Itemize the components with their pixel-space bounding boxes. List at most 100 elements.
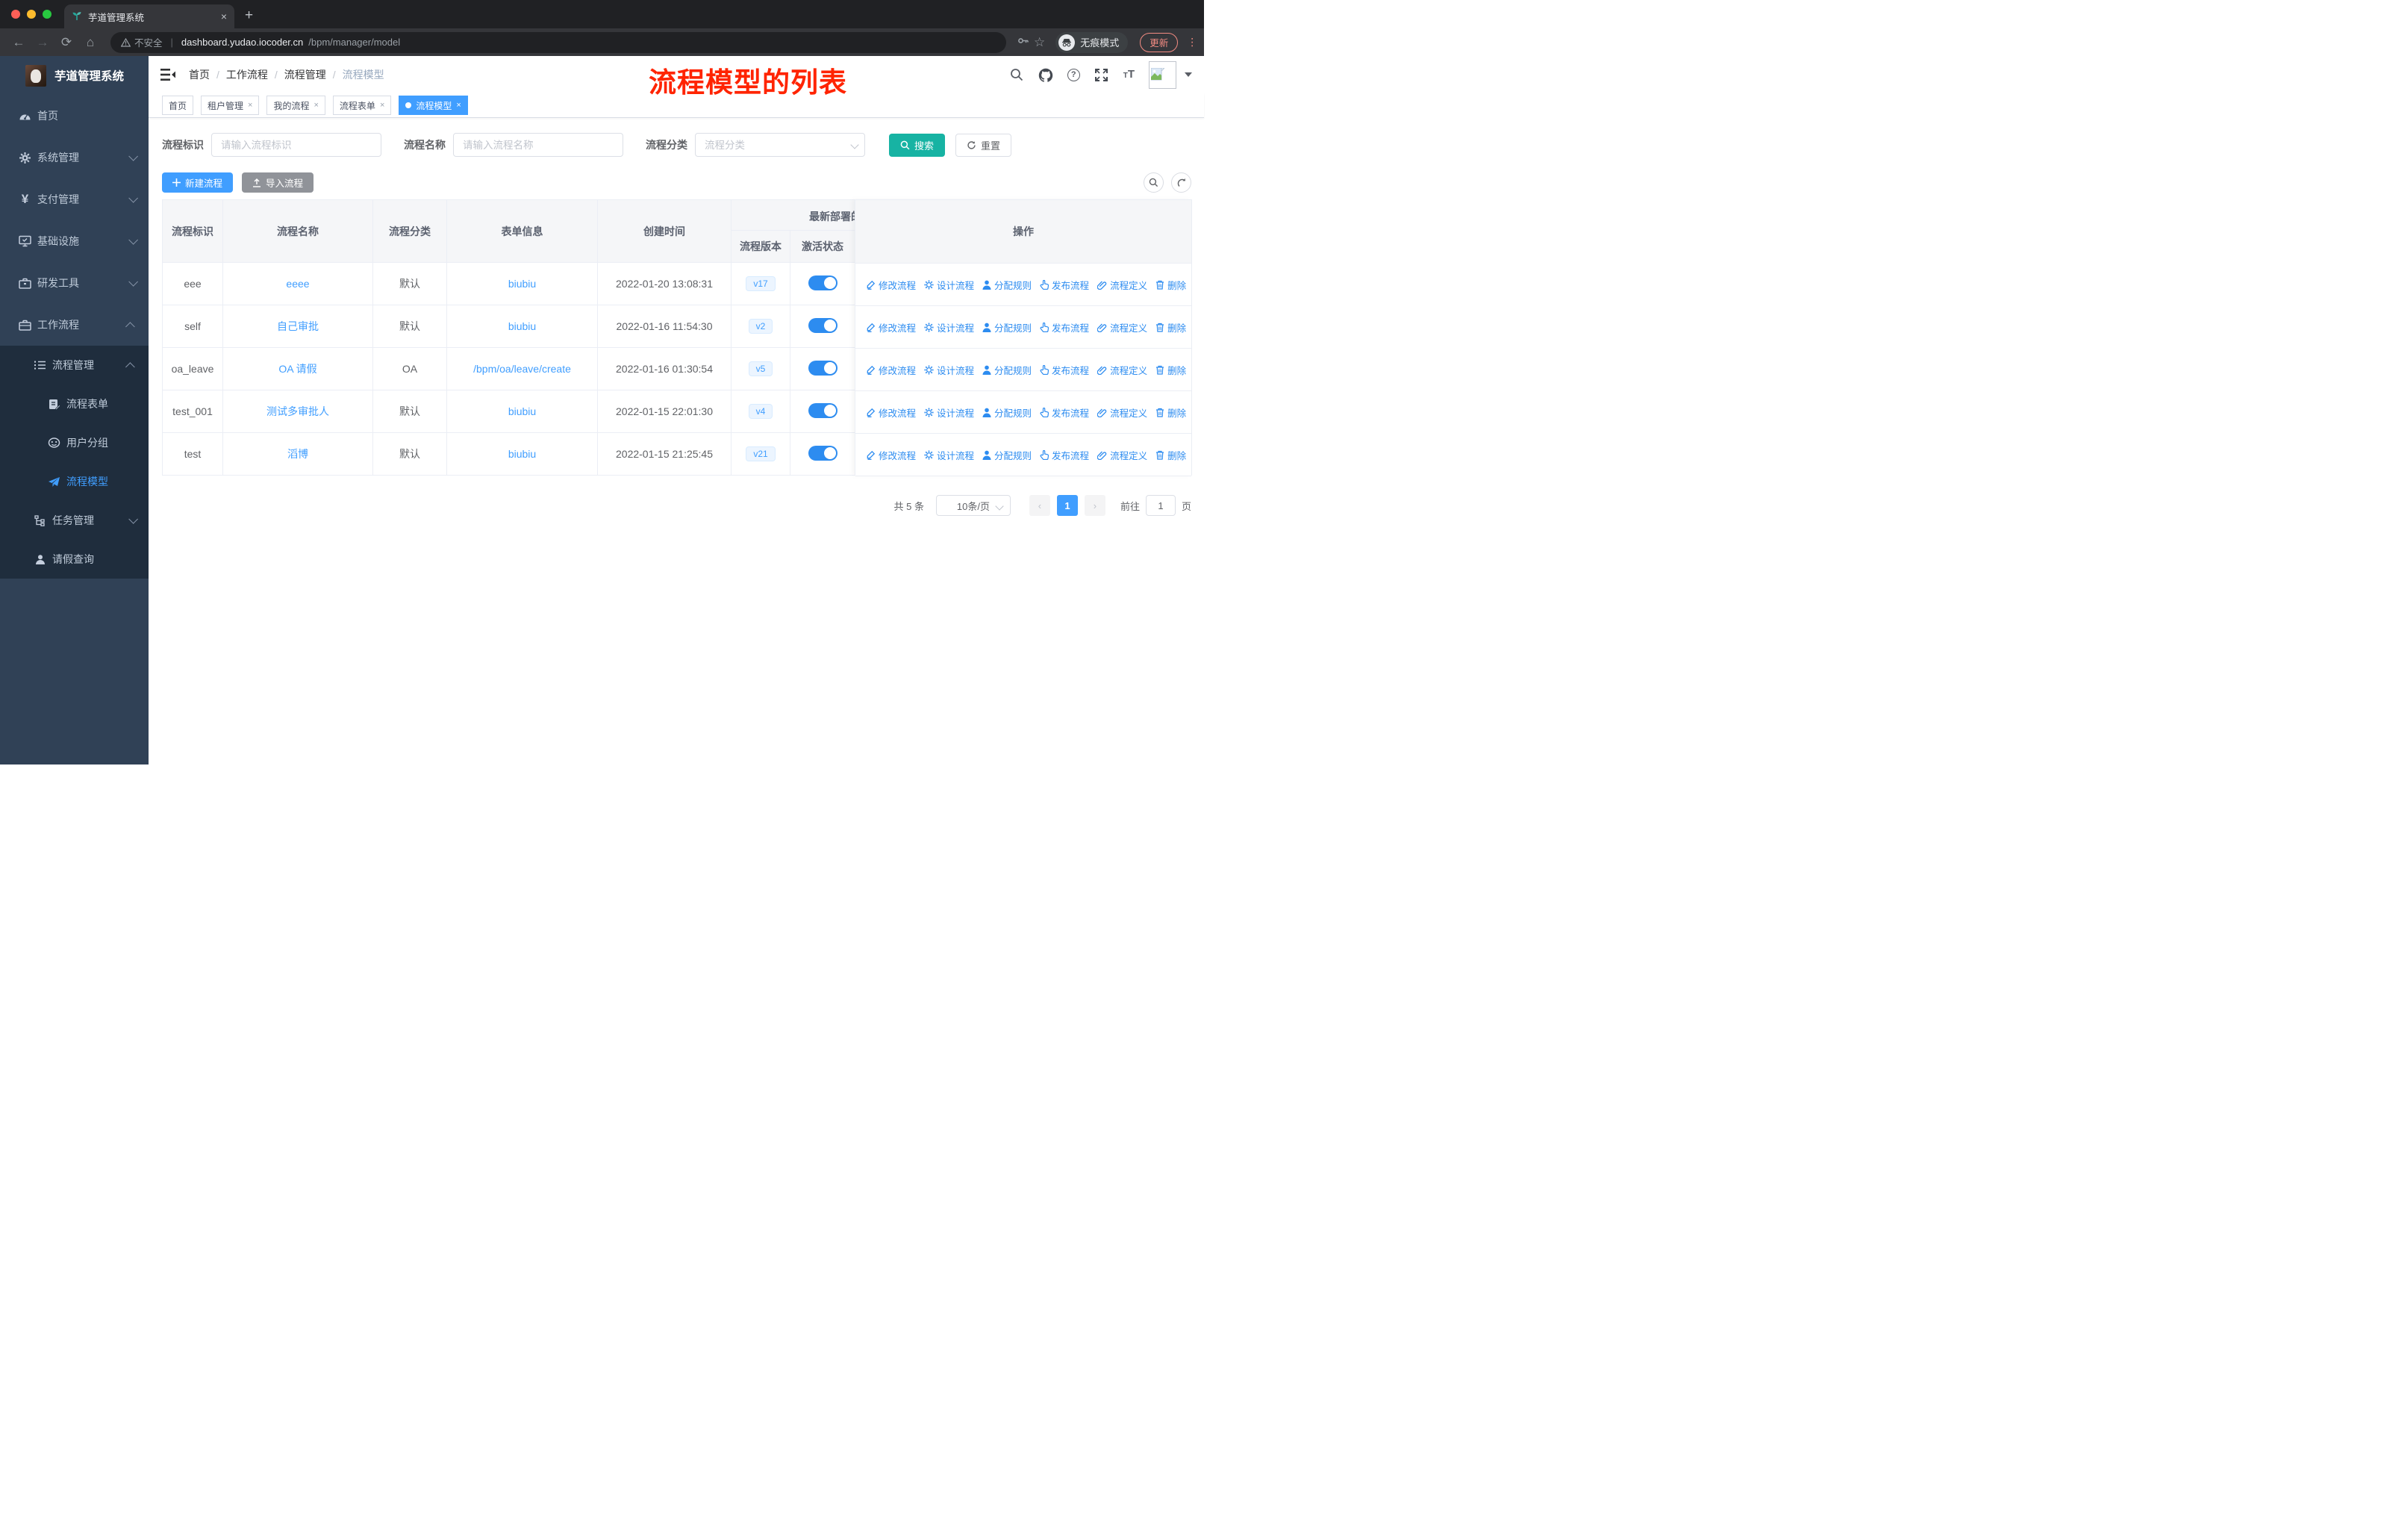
design-process-link[interactable]: 设计流程 (924, 320, 974, 334)
process-definition-link[interactable]: 流程定义 (1097, 448, 1147, 462)
breadcrumb-process-management[interactable]: 流程管理 (284, 67, 326, 82)
avatar-caret-icon[interactable] (1185, 72, 1192, 77)
help-icon[interactable]: ? (1067, 68, 1080, 81)
form-info-link[interactable]: biubiu (508, 405, 536, 417)
design-process-link[interactable]: 设计流程 (924, 448, 974, 462)
view-tag[interactable]: 流程模型 × (399, 96, 468, 115)
view-tag[interactable]: 租户管理 × (201, 96, 260, 115)
browser-menu-icon[interactable]: ⋮ (1187, 37, 1197, 47)
delete-link[interactable]: 删除 (1155, 363, 1186, 377)
sidebar-item-task-management[interactable]: 任务管理 (0, 501, 149, 540)
design-process-link[interactable]: 设计流程 (924, 363, 974, 377)
process-definition-link[interactable]: 流程定义 (1097, 320, 1147, 334)
forward-button[interactable]: → (33, 35, 52, 50)
edit-process-link[interactable]: 修改流程 (866, 448, 916, 462)
breadcrumb-home[interactable]: 首页 (189, 67, 210, 82)
github-icon[interactable] (1038, 67, 1053, 82)
collapse-sidebar-icon[interactable] (160, 69, 175, 81)
delete-link[interactable]: 删除 (1155, 448, 1186, 462)
process-id-input[interactable] (211, 133, 381, 157)
sidebar-item-user-group[interactable]: 用户分组 (0, 423, 149, 462)
bookmark-star-icon[interactable]: ☆ (1034, 35, 1045, 50)
assign-rule-link[interactable]: 分配规则 (982, 278, 1032, 292)
refresh-table-button[interactable] (1171, 172, 1191, 193)
maximize-window-button[interactable] (43, 10, 52, 19)
minimize-window-button[interactable] (27, 10, 36, 19)
sidebar-item-system[interactable]: 系统管理 (0, 137, 149, 178)
design-process-link[interactable]: 设计流程 (924, 278, 974, 292)
search-icon[interactable] (1009, 67, 1024, 82)
page-size-select[interactable]: 10条/页 (935, 495, 1011, 516)
browser-tab[interactable]: 芋道管理系统 × (64, 4, 234, 28)
process-name-input[interactable] (453, 133, 623, 157)
toggle-search-button[interactable] (1144, 172, 1164, 193)
edit-process-link[interactable]: 修改流程 (866, 320, 916, 334)
sidebar-item-payment[interactable]: ¥ 支付管理 (0, 178, 149, 220)
search-button[interactable]: 搜索 (889, 133, 946, 157)
active-toggle[interactable] (808, 317, 838, 333)
tag-close-icon[interactable]: × (456, 101, 461, 110)
font-size-icon[interactable]: TT (1123, 68, 1135, 81)
sidebar-item-process-form[interactable]: 流程表单 (0, 384, 149, 423)
sidebar-item-workflow[interactable]: 工作流程 (0, 304, 149, 346)
deploy-process-link[interactable]: 发布流程 (1040, 278, 1089, 292)
assign-rule-link[interactable]: 分配规则 (982, 320, 1032, 334)
form-info-link[interactable]: biubiu (508, 278, 536, 290)
create-process-button[interactable]: 新建流程 (162, 172, 234, 193)
form-info-link[interactable]: /bpm/oa/leave/create (473, 363, 571, 375)
key-icon[interactable] (1017, 34, 1029, 50)
edit-process-link[interactable]: 修改流程 (866, 278, 916, 292)
process-definition-link[interactable]: 流程定义 (1097, 278, 1147, 292)
update-browser-button[interactable]: 更新 (1140, 32, 1179, 52)
process-name-link[interactable]: OA 请假 (278, 363, 316, 375)
fullscreen-icon[interactable] (1094, 67, 1109, 82)
tag-close-icon[interactable]: × (314, 101, 318, 110)
sidebar-item-process-model[interactable]: 流程模型 (0, 462, 149, 501)
new-tab-button[interactable]: + (245, 7, 253, 24)
assign-rule-link[interactable]: 分配规则 (982, 363, 1032, 377)
deploy-process-link[interactable]: 发布流程 (1040, 405, 1089, 420)
home-button[interactable]: ⌂ (81, 35, 100, 50)
sidebar-item-home[interactable]: 首页 (0, 95, 149, 137)
window-controls[interactable] (11, 10, 52, 19)
sidebar-item-dev-tools[interactable]: 研发工具 (0, 262, 149, 304)
form-info-link[interactable]: biubiu (508, 448, 536, 460)
breadcrumb-workflow[interactable]: 工作流程 (226, 67, 268, 82)
goto-page-input[interactable] (1145, 495, 1176, 516)
address-bar[interactable]: 不安全 | dashboard.yudao.iocoder.cn/bpm/man… (110, 31, 1006, 53)
process-name-link[interactable]: 自己审批 (277, 320, 319, 332)
tab-close-icon[interactable]: × (221, 10, 227, 22)
avatar[interactable] (1149, 60, 1176, 89)
process-name-link[interactable]: 测试多审批人 (266, 405, 329, 417)
view-tag[interactable]: 首页 (162, 96, 194, 115)
prev-page-button[interactable]: ‹ (1029, 495, 1050, 516)
view-tag[interactable]: 我的流程 × (266, 96, 325, 115)
active-toggle[interactable] (808, 275, 838, 290)
design-process-link[interactable]: 设计流程 (924, 405, 974, 420)
process-definition-link[interactable]: 流程定义 (1097, 363, 1147, 377)
deploy-process-link[interactable]: 发布流程 (1040, 320, 1089, 334)
process-name-link[interactable]: 滔博 (287, 448, 308, 460)
deploy-process-link[interactable]: 发布流程 (1040, 363, 1089, 377)
close-window-button[interactable] (11, 10, 20, 19)
tag-close-icon[interactable]: × (248, 101, 252, 110)
next-page-button[interactable]: › (1084, 495, 1105, 516)
view-tag[interactable]: 流程表单 × (332, 96, 392, 115)
edit-process-link[interactable]: 修改流程 (866, 363, 916, 377)
assign-rule-link[interactable]: 分配规则 (982, 405, 1032, 420)
form-info-link[interactable]: biubiu (508, 320, 536, 332)
reload-button[interactable]: ⟳ (57, 35, 76, 50)
current-page-button[interactable]: 1 (1056, 495, 1078, 516)
active-toggle[interactable] (808, 360, 838, 376)
sidebar-item-leave-query[interactable]: 请假查询 (0, 540, 149, 579)
assign-rule-link[interactable]: 分配规则 (982, 448, 1032, 462)
delete-link[interactable]: 删除 (1155, 405, 1186, 420)
delete-link[interactable]: 删除 (1155, 278, 1186, 292)
process-definition-link[interactable]: 流程定义 (1097, 405, 1147, 420)
sidebar-item-process-management[interactable]: 流程管理 (0, 346, 149, 384)
process-category-select[interactable] (695, 133, 865, 157)
process-name-link[interactable]: eeee (286, 278, 309, 290)
active-toggle[interactable] (808, 445, 838, 461)
delete-link[interactable]: 删除 (1155, 320, 1186, 334)
import-process-button[interactable]: 导入流程 (242, 172, 314, 193)
